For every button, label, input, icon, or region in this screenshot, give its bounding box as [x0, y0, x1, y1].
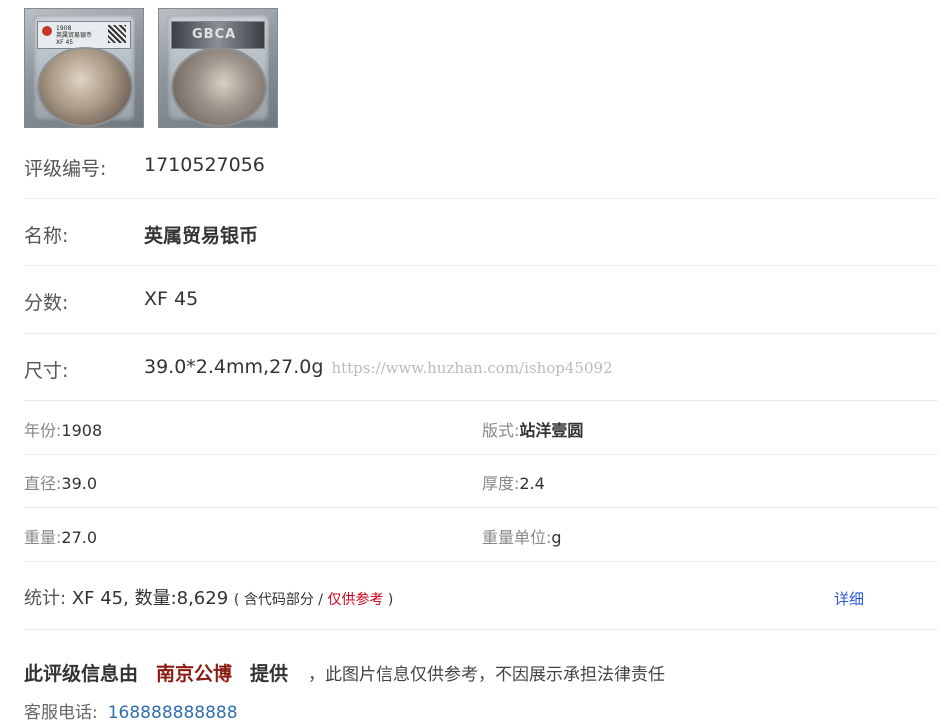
- size-value: 39.0*2.4mm,27.0g: [144, 356, 324, 378]
- coin-obverse: [39, 49, 131, 125]
- coin-images: 1908 英属贸易银币 XF 45 GBCA: [24, 8, 278, 128]
- gbca-logo: GBCA: [192, 27, 237, 42]
- attr-thickness: 厚度:2.4: [482, 474, 545, 493]
- slab-label: 1908 英属贸易银币 XF 45: [37, 21, 131, 49]
- slab-label: GBCA: [171, 21, 265, 49]
- qr-code-icon: [108, 25, 126, 43]
- stats-count: , 数量:8,629: [123, 588, 229, 609]
- seal-icon: [42, 26, 52, 36]
- reference-only-text: 仅供参考: [327, 592, 384, 608]
- provider-suffix: 提供: [250, 663, 289, 685]
- stats-note: ( 含代码部分 / 仅供参考 ): [233, 592, 394, 608]
- coin-reverse: [173, 49, 265, 125]
- size-label: 尺寸:: [24, 360, 69, 382]
- attr-row-3: 重量:27.0 重量单位:g: [24, 508, 938, 562]
- provider-org[interactable]: 南京公博: [156, 663, 232, 685]
- stats-grade: XF 45: [71, 588, 124, 609]
- size-value-wrap: 39.0*2.4mm,27.0g https://www.huzhan.com/i…: [144, 356, 613, 378]
- service-phone: 客服电话: 168888888888: [24, 698, 238, 723]
- service-phone-number[interactable]: 168888888888: [108, 703, 238, 723]
- obverse-image[interactable]: 1908 英属贸易银币 XF 45: [24, 8, 144, 128]
- attr-row-2: 直径:39.0 厚度:2.4: [24, 455, 938, 508]
- grade-number-value: 1710527056: [144, 154, 265, 176]
- score-row: 分数: XF 45: [24, 266, 938, 334]
- provider-prefix: 此评级信息由: [24, 663, 139, 685]
- attr-weight-unit: 重量单位:g: [482, 528, 562, 547]
- coin-name-label: 名称:: [24, 225, 69, 247]
- provider-line: 此评级信息由 南京公博 提供 ，此图片信息仅供参考，不因展示承担法律责任: [24, 659, 665, 686]
- slab-label-text: 1908 英属贸易银币 XF 45: [56, 25, 93, 46]
- score-label: 分数:: [24, 292, 69, 314]
- attr-weight: 重量:27.0: [24, 528, 98, 547]
- grade-number-label: 评级编号:: [24, 158, 107, 180]
- watermark-text: https://www.huzhan.com/ishop45092: [331, 359, 613, 377]
- stats-line: 统计: XF 45, 数量:8,629 ( 含代码部分 / 仅供参考 ): [24, 584, 393, 610]
- detail-link[interactable]: 详细: [834, 588, 864, 609]
- coin-name-row: 名称: 英属贸易银币: [24, 199, 938, 266]
- stats-label: 统计:: [24, 588, 67, 609]
- size-row: 尺寸: 39.0*2.4mm,27.0g https://www.huzhan.c…: [24, 334, 938, 401]
- attr-year: 年份:1908: [24, 421, 103, 440]
- reverse-image[interactable]: GBCA: [158, 8, 278, 128]
- attr-row-1: 年份:1908 版式:站洋壹圆: [24, 401, 938, 455]
- service-phone-label: 客服电话:: [24, 703, 98, 723]
- score-value: XF 45: [144, 288, 199, 310]
- grade-number-row: 评级编号: 1710527056: [24, 130, 938, 199]
- provider-disclaimer: ，此图片信息仅供参考，不因展示承担法律责任: [308, 665, 666, 685]
- coin-name-value: 英属贸易银币: [144, 225, 259, 247]
- attr-diameter: 直径:39.0: [24, 474, 98, 493]
- attr-style: 版式:站洋壹圆: [482, 421, 584, 440]
